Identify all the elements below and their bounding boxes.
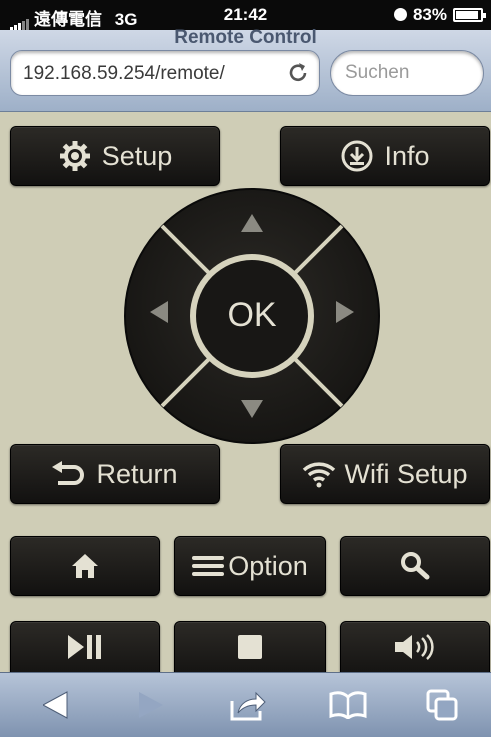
phone-screen: 遠傳電信 3G 21:42 83% Remote Control 192.168… [0,0,491,737]
search-button[interactable] [340,536,490,596]
browser-nav-bar: Remote Control 192.168.59.254/remote/ [0,27,491,112]
wifi-icon [302,460,336,488]
info-button[interactable]: Info [280,126,490,186]
url-text[interactable]: 192.168.59.254/remote/ [23,63,281,85]
option-label: Option [228,550,308,581]
status-bar: 遠傳電信 3G 21:42 83% [0,0,491,31]
wifi-setup-button[interactable]: Wifi Setup [280,444,490,504]
tabs-icon[interactable] [420,685,464,725]
search-icon [399,551,431,581]
stop-icon [238,635,262,659]
menu-lines-icon [192,554,225,578]
forward-icon[interactable] [128,685,172,725]
home-button[interactable] [10,536,160,596]
return-arrow-icon [52,461,86,487]
alarm-icon [393,8,407,21]
return-button[interactable]: Return [10,444,220,504]
home-icon [71,553,99,579]
volume-icon [395,634,435,660]
setup-button[interactable]: Setup [10,126,220,186]
return-label: Return [96,458,178,489]
battery-icon [453,8,486,22]
share-icon[interactable] [226,685,270,725]
wifi-setup-label: Wifi Setup [344,458,468,489]
download-circle-icon [340,139,374,173]
browser-toolbar [0,672,491,737]
back-icon[interactable] [34,685,78,725]
ok-button[interactable]: OK [227,296,276,334]
info-label: Info [384,140,430,171]
search-input[interactable] [345,62,473,84]
clock: 21:42 [223,5,268,24]
direction-pad: OK [124,188,380,444]
page-title: Remote Control [174,27,317,48]
option-button[interactable]: Option [174,536,326,596]
battery-percent: 83% [412,5,447,24]
reload-icon[interactable] [287,60,309,90]
url-field[interactable]: 192.168.59.254/remote/ [10,50,320,96]
setup-label: Setup [101,140,173,171]
search-field[interactable] [330,50,484,96]
play-pause-icon [68,635,102,659]
bookmarks-icon[interactable] [326,685,370,725]
gear-icon [58,139,92,173]
